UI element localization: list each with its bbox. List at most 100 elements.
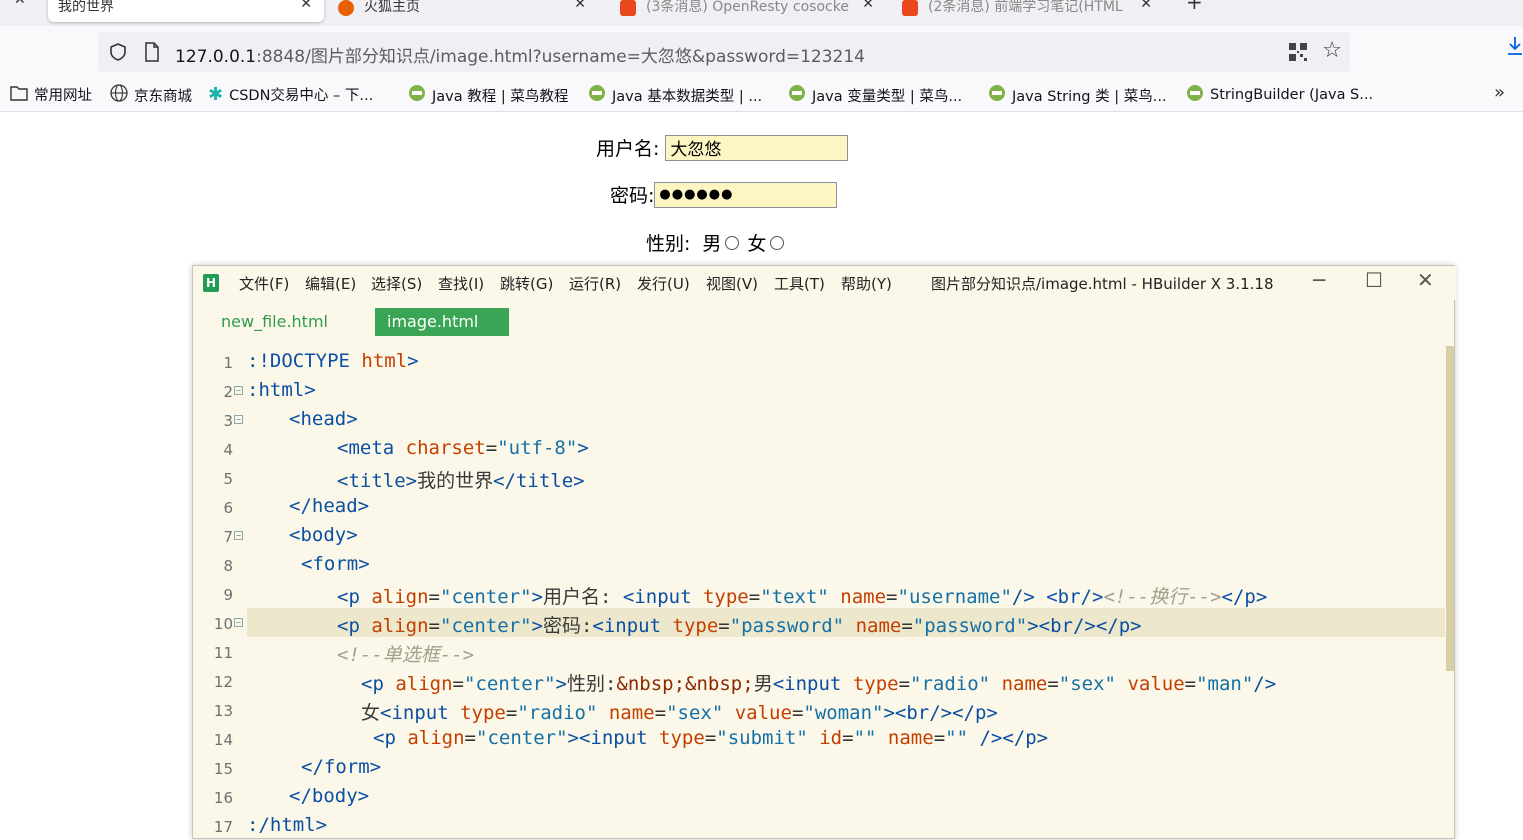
code-line: :/html>: [247, 814, 328, 836]
tab-label: 火狐主页: [364, 0, 420, 15]
tab-new-file[interactable]: new_file.html: [221, 312, 328, 331]
line-number: 11: [213, 644, 233, 662]
female-radio[interactable]: [770, 235, 785, 250]
scrollbar[interactable]: [1446, 346, 1454, 671]
code-line: <p align="center">密码:<input type="passwo…: [337, 615, 1142, 637]
close-tab-icon[interactable]: ✕: [300, 0, 312, 12]
download-icon[interactable]: [1506, 36, 1523, 60]
bookmark-label: StringBuilder (Java S...: [1210, 87, 1374, 103]
menu-goto[interactable]: 跳转(G): [500, 273, 553, 294]
fold-toggle-icon[interactable]: −: [234, 531, 243, 540]
editor-tabs: new_file.html image.html: [193, 300, 1456, 340]
code-line: <form>: [301, 553, 370, 575]
bookmark-item[interactable]: Java 教程 | 菜鸟教程: [408, 84, 568, 106]
menu-view[interactable]: 视图(V): [706, 273, 758, 294]
page-content: 用户名: 大忽悠 密码: ●●●●●● 性别: 男 女: [0, 112, 1523, 272]
close-tab-icon[interactable]: ✕: [574, 0, 586, 12]
bookmark-label: Java 教程 | 菜鸟教程: [432, 88, 569, 105]
fold-toggle-icon[interactable]: −: [234, 618, 243, 627]
close-tab-icon[interactable]: ✕: [862, 0, 874, 12]
code-line: <p align="center"><input type="submit" i…: [373, 727, 1049, 749]
menu-edit[interactable]: 编辑(E): [305, 273, 356, 294]
sex-label: 性别:: [646, 233, 691, 255]
navigation-bar: 127.0.0.1:8848/图片部分知识点/image.html?userna…: [0, 26, 1523, 78]
browser-tab-active[interactable]: 我的世界 ✕: [48, 0, 324, 22]
firefox-icon: [338, 0, 354, 16]
maximize-icon[interactable]: ☐: [1365, 268, 1383, 292]
code-line: :!DOCTYPE html>: [247, 350, 419, 372]
code-line: </form>: [301, 756, 382, 778]
line-number: 14: [213, 731, 233, 749]
runoob-icon: [588, 84, 606, 106]
csdn-icon: [620, 0, 636, 16]
fold-toggle-icon[interactable]: −: [234, 415, 243, 424]
hbuilder-window: H 文件(F) 编辑(E) 选择(S) 查找(I) 跳转(G) 运行(R) 发行…: [192, 265, 1456, 840]
csdn-logo-icon: ✱: [208, 84, 224, 105]
code-line: 女<input type="radio" name="sex" value="w…: [361, 702, 998, 724]
browser-tab[interactable]: (3条消息) OpenResty cosocke ✕: [620, 0, 882, 22]
bookmark-star-icon[interactable]: ☆: [1322, 38, 1342, 63]
bookmark-item[interactable]: 京东商城: [110, 84, 192, 106]
bookmark-item[interactable]: StringBuilder (Java S...: [1186, 84, 1373, 106]
browser-tab[interactable]: (2条消息) 前端学习笔记(HTML ✕: [902, 0, 1164, 22]
line-number: 10: [213, 615, 233, 633]
bookmark-label: Java String 类 | 菜鸟...: [1012, 88, 1167, 105]
hbuilder-titlebar: H 文件(F) 编辑(E) 选择(S) 查找(I) 跳转(G) 运行(R) 发行…: [193, 266, 1456, 300]
close-icon[interactable]: ✕: [14, 0, 26, 8]
username-label: 用户名:: [596, 138, 660, 160]
tab-label: 我的世界: [58, 0, 114, 15]
code-line: <p align="center">性别:&nbsp;&nbsp;男<input…: [361, 673, 1277, 695]
bookmarks-toolbar: 常用网址 京东商城 ✱ CSDN交易中心 – 下... Java 教程 | 菜鸟…: [0, 78, 1523, 112]
bookmark-item[interactable]: ✱ CSDN交易中心 – 下...: [208, 84, 373, 105]
csdn-icon: [902, 0, 918, 16]
password-input[interactable]: ●●●●●●: [654, 181, 838, 208]
new-tab-icon[interactable]: +: [1186, 0, 1203, 14]
line-number: 12: [213, 673, 233, 691]
close-window-icon[interactable]: ✕: [1417, 268, 1434, 292]
password-label: 密码:: [610, 185, 655, 207]
runoob-icon: [1186, 84, 1204, 106]
runoob-icon: [988, 84, 1006, 106]
close-tab-icon[interactable]: ✕: [1140, 0, 1152, 12]
menu-run[interactable]: 运行(R): [569, 273, 621, 294]
tab-label: (2条消息) 前端学习笔记(HTML: [928, 0, 1123, 15]
bookmark-label: Java 变量类型 | 菜鸟...: [812, 88, 963, 105]
line-number: 5: [223, 470, 233, 488]
tab-image-html[interactable]: image.html: [375, 308, 509, 336]
url-text[interactable]: 127.0.0.1:8848/图片部分知识点/image.html?userna…: [175, 42, 865, 67]
line-number: 7: [223, 528, 233, 546]
url-path: :8848/图片部分知识点/image.html?username=大忽悠&pa…: [256, 47, 865, 67]
bookmark-item[interactable]: Java 基本数据类型 | ...: [588, 84, 762, 106]
username-row: 用户名: 大忽悠: [596, 134, 849, 161]
code-line: </head>: [289, 495, 370, 517]
menu-publish[interactable]: 发行(U): [637, 273, 690, 294]
bookmark-item[interactable]: Java String 类 | 菜鸟...: [988, 84, 1167, 106]
minimize-icon[interactable]: ─: [1313, 268, 1325, 292]
qr-code-icon[interactable]: [1288, 42, 1308, 66]
chevron-more-icon[interactable]: »: [1494, 82, 1505, 103]
code-editor[interactable]: 1 2 3 4 5 6 7 8 9 10 11 12 13 14 15 16 1…: [193, 346, 1456, 840]
bookmark-label: Java 基本数据类型 | ...: [612, 88, 763, 105]
url-bar[interactable]: 127.0.0.1:8848/图片部分知识点/image.html?userna…: [98, 32, 1350, 72]
line-number: 4: [223, 441, 233, 459]
menu-select[interactable]: 选择(S): [371, 273, 422, 294]
window-title: 图片部分知识点/image.html - HBuilder X 3.1.18: [931, 275, 1274, 293]
shield-icon[interactable]: [108, 42, 128, 66]
bookmark-item[interactable]: Java 变量类型 | 菜鸟...: [788, 84, 962, 106]
code-line: :html>: [247, 379, 316, 401]
username-input[interactable]: 大忽悠: [665, 134, 849, 161]
page-icon[interactable]: [144, 42, 160, 66]
hbuilder-logo-icon: H: [203, 274, 219, 292]
menu-tools[interactable]: 工具(T): [774, 273, 825, 294]
bookmark-label: 常用网址: [34, 88, 92, 104]
bookmark-folder[interactable]: 常用网址: [10, 84, 92, 105]
fold-toggle-icon[interactable]: −: [234, 386, 243, 395]
menu-file[interactable]: 文件(F): [239, 273, 289, 294]
menu-find[interactable]: 查找(I): [438, 273, 484, 294]
menu-help[interactable]: 帮助(Y): [841, 273, 892, 294]
male-radio[interactable]: [725, 235, 740, 250]
line-number: 2: [223, 383, 233, 401]
runoob-icon: [408, 84, 426, 106]
tab-label: (3条消息) OpenResty cosocke: [646, 0, 849, 15]
browser-tab[interactable]: 火狐主页 ✕: [338, 0, 598, 22]
